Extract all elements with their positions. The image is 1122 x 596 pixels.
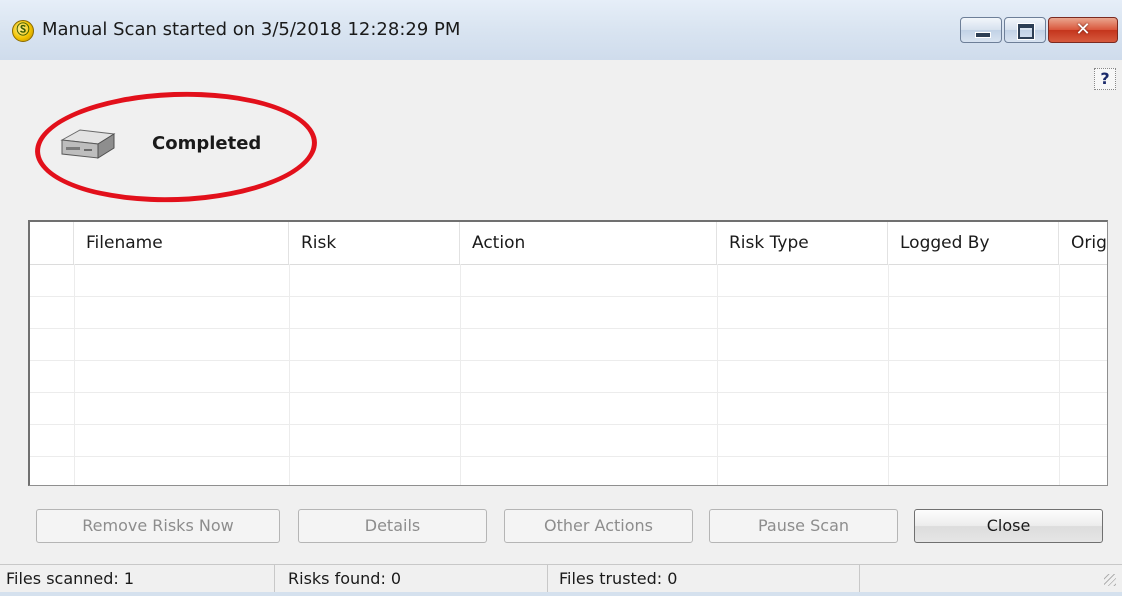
status-bar-empty-cell	[860, 565, 1100, 593]
files-trusted-status: Files trusted: 0	[553, 565, 860, 593]
close-icon: ✕	[1075, 19, 1091, 40]
title-bar[interactable]: Ⓢ Manual Scan started on 3/5/2018 12:28:…	[0, 0, 1122, 60]
table-row[interactable]	[30, 360, 1107, 393]
status-bar: Files scanned: 1 Risks found: 0 Files tr…	[0, 564, 1122, 593]
details-button[interactable]: Details	[298, 509, 487, 543]
help-icon[interactable]: ?	[1094, 68, 1116, 90]
table-header: Filename Risk Action Risk Type Logged By…	[30, 222, 1107, 265]
highlight-annotation	[33, 87, 319, 207]
table-row[interactable]	[30, 328, 1107, 361]
resize-grip-icon[interactable]	[1104, 574, 1116, 586]
window-bottom-border	[0, 592, 1122, 596]
app-logo-icon[interactable]: Ⓢ	[12, 20, 34, 42]
risk-table[interactable]: Filename Risk Action Risk Type Logged By…	[28, 220, 1108, 486]
column-header-action[interactable]: Action	[460, 222, 717, 264]
maximize-button[interactable]	[1004, 17, 1046, 43]
other-actions-button[interactable]: Other Actions	[504, 509, 693, 543]
table-row[interactable]	[30, 424, 1107, 457]
maximize-icon	[1018, 24, 1034, 39]
column-header-risk[interactable]: Risk	[289, 222, 460, 264]
column-header-risk-type[interactable]: Risk Type	[717, 222, 888, 264]
table-row[interactable]	[30, 264, 1107, 297]
table-row[interactable]	[30, 296, 1107, 329]
column-header-filename[interactable]: Filename	[74, 222, 289, 264]
table-row[interactable]	[30, 456, 1107, 485]
files-scanned-status: Files scanned: 1	[0, 565, 275, 593]
close-window-button[interactable]: ✕	[1048, 17, 1118, 43]
column-header-logged-by[interactable]: Logged By	[888, 222, 1059, 264]
column-header-select[interactable]	[30, 222, 74, 264]
close-button[interactable]: Close	[914, 509, 1103, 543]
column-header-origin[interactable]: Orig	[1059, 222, 1107, 264]
scan-window: Ⓢ Manual Scan started on 3/5/2018 12:28:…	[0, 0, 1122, 596]
table-row[interactable]	[30, 392, 1107, 425]
minimize-button[interactable]	[960, 17, 1002, 43]
window-title: Manual Scan started on 3/5/2018 12:28:29…	[42, 19, 461, 40]
minimize-icon	[975, 32, 991, 38]
risks-found-status: Risks found: 0	[282, 565, 548, 593]
pause-scan-button[interactable]: Pause Scan	[709, 509, 898, 543]
remove-risks-now-button[interactable]: Remove Risks Now	[36, 509, 280, 543]
